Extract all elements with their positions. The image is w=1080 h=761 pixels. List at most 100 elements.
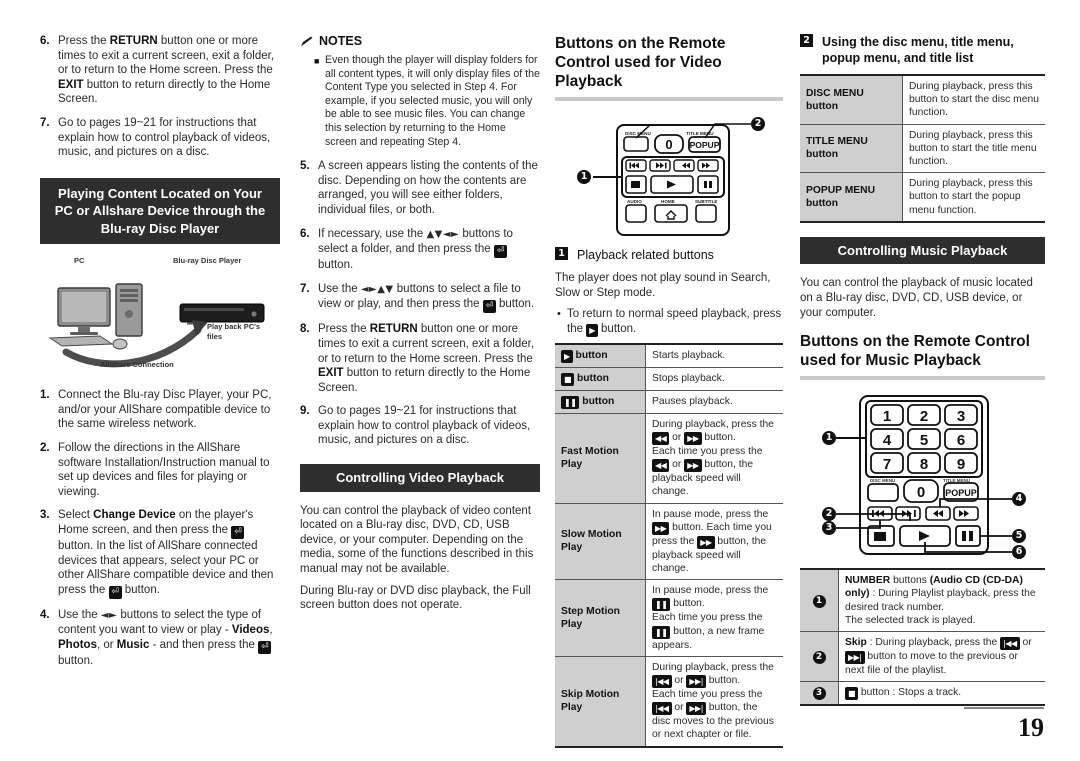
svg-text:POPUP: POPUP — [690, 140, 720, 150]
step-number: 6. — [300, 227, 310, 240]
steps-list: 5. A screen appears listing the contents… — [300, 159, 540, 448]
figure-label-pc: PC — [74, 256, 85, 266]
row-desc: Stops playback. — [645, 367, 783, 391]
svg-text:5: 5 — [920, 432, 928, 449]
row-desc: During playback, press this button to st… — [902, 124, 1045, 174]
step-text: If necessary, use the ▲▼◄► buttons to se… — [318, 227, 513, 272]
table-row: 2 Skip : During playback, press the |◀◀ … — [800, 631, 1045, 683]
row-label: ▶ button — [555, 343, 646, 368]
row-label: ❚❚ button — [555, 390, 646, 414]
pause-icon: ❚❚ — [652, 598, 671, 612]
step-number: 2. — [40, 442, 50, 455]
list-item: 4. Use the ◄► buttons to select the type… — [40, 608, 280, 669]
list-item: 5. A screen appears listing the contents… — [300, 159, 540, 217]
figure-label-playback: Play back PC's files — [207, 322, 261, 342]
manual-page: 6. Press the RETURN button one or more t… — [0, 0, 1080, 761]
step-text: Press the RETURN button one or more time… — [58, 35, 275, 106]
callout-label: Playback related buttons — [577, 248, 714, 262]
row-desc: ■ button : Stops a track. — [839, 682, 1046, 706]
list-item: 2. Follow the directions in the AllShare… — [40, 441, 280, 499]
svg-text:AUDIO: AUDIO — [627, 199, 642, 204]
row-desc: During playback, press this button to st… — [902, 75, 1045, 125]
heading-rule — [800, 376, 1045, 381]
fast-forward-icon: ▶▶ — [684, 459, 702, 473]
step-number: 8. — [300, 323, 310, 336]
table-row: ■ button Stops playback. — [555, 367, 783, 391]
step-number: 7. — [40, 116, 50, 129]
row-label: Step Motion Play — [555, 579, 646, 657]
callout-1-marker: 1 — [577, 170, 591, 184]
row-desc: Pauses playback. — [645, 390, 783, 414]
music-remote-diagram: 1 2 3 4 5 6 7 8 9 DISC MENU TITLE MENU 0… — [800, 390, 1045, 560]
row-desc: Starts playback. — [645, 343, 783, 368]
step-text: A screen appears listing the contents of… — [318, 160, 538, 216]
callout-label: Using the disc menu, title menu, popup m… — [822, 35, 1014, 65]
stop-icon: ■ — [845, 687, 859, 701]
steps-list-top: 6. Press the RETURN button one or more t… — [40, 34, 280, 160]
allshare-diagram-svg — [48, 283, 265, 368]
table-row: Slow Motion Play In pause mode, press th… — [555, 503, 783, 581]
callout-1-marker: 1 — [822, 431, 836, 446]
allshare-connection-diagram: PC Blu-ray Disc Player Play back PC's fi… — [40, 256, 280, 374]
figure-label-player: Blu-ray Disc Player — [173, 256, 242, 266]
row-label: POPUP MENU button — [800, 172, 903, 222]
column-4: 2 Using the disc menu, title menu, popup… — [800, 34, 1046, 707]
row-desc: During playback, press the |◀◀ or ▶▶| bu… — [652, 661, 774, 741]
notes-heading: NOTES — [300, 34, 540, 48]
row-number: 2 — [800, 631, 839, 683]
video-intro-paragraph: The player does not play sound in Search… — [555, 272, 771, 299]
callout-heading-playback: 1 Playback related buttons — [555, 247, 783, 263]
row-number: 3 — [800, 681, 839, 706]
pause-icon: ❚❚ — [652, 625, 671, 639]
table-row: Fast Motion Play During playback, press … — [555, 413, 783, 504]
row-number: 1 — [800, 569, 839, 632]
step-text: Go to pages 19~21 for instructions that … — [58, 116, 271, 159]
svg-text:1: 1 — [883, 408, 891, 425]
section-heading-video-playback: Controlling Video Playback — [300, 464, 540, 492]
svg-text:DISC MENU: DISC MENU — [870, 478, 895, 483]
step-number: 5. — [300, 160, 310, 173]
table-row: DISC MENU button During playback, press … — [800, 75, 1045, 125]
row-label: Fast Motion Play — [555, 413, 646, 504]
callout-5-marker: 5 — [1012, 529, 1026, 544]
table-row: Step Motion Play In pause mode, press th… — [555, 579, 783, 657]
next-icon: ▶▶| — [686, 675, 706, 689]
list-item: 7. Go to pages 19~21 for instructions th… — [40, 116, 280, 160]
step-text: Go to pages 19~21 for instructions that … — [318, 405, 531, 447]
step-text: Press the RETURN button one or more time… — [318, 323, 535, 394]
row-label: ■ button — [555, 367, 646, 391]
table-row: Skip Motion Play During playback, press … — [555, 656, 783, 747]
list-item: 6. Press the RETURN button one or more t… — [40, 34, 280, 107]
notes-label: NOTES — [319, 34, 363, 48]
video-playback-paragraph-2: During Blu-ray or DVD disc playback, the… — [300, 584, 531, 612]
rewind-icon: ◀◀ — [652, 459, 670, 473]
table-row: ▶ button Starts playback. — [555, 343, 783, 368]
step-text: Use the ◄►▲▼ buttons to select a file to… — [318, 282, 535, 314]
page-heading-video: Buttons on the Remote Control used for V… — [555, 35, 726, 90]
row-label: DISC MENU button — [800, 75, 903, 125]
note-item: ■ Even though the player will display fo… — [314, 54, 540, 149]
video-remote-diagram: DISC MENU TITLE MENU 0 POPUP AUDIO HOME … — [555, 111, 783, 239]
svg-text:8: 8 — [920, 456, 928, 473]
callout-2-marker: 2 — [751, 117, 765, 131]
figure-label-connection: AllShare Connection — [100, 360, 174, 370]
previous-icon: |◀◀ — [652, 702, 672, 716]
callout-2-marker: 2 — [822, 507, 836, 522]
video-playback-paragraph-1: You can control the playback of video co… — [300, 504, 534, 575]
pencil-icon — [301, 36, 313, 46]
svg-text:HOME: HOME — [661, 199, 675, 204]
table-row: 3 ■ button : Stops a track. — [800, 681, 1046, 706]
table-row: ❚❚ button Pauses playback. — [555, 390, 783, 414]
list-item: 1. Connect the Blu-ray Disc Player, your… — [40, 388, 280, 432]
column-2: NOTES ■ Even though the player will disp… — [300, 34, 540, 620]
row-desc: In pause mode, press the ❚❚ button. Each … — [645, 579, 783, 657]
rewind-icon: ◀◀ — [652, 431, 670, 445]
column-1: 6. Press the RETURN button one or more t… — [40, 34, 280, 678]
section-heading-music-playback: Controlling Music Playback — [800, 236, 1045, 265]
previous-icon: |◀◀ — [1000, 636, 1020, 650]
step-text: Follow the directions in the AllShare so… — [58, 442, 270, 498]
callout-number-badge: 1 — [555, 247, 568, 260]
step-number: 1. — [40, 389, 50, 402]
svg-text:3: 3 — [957, 408, 965, 425]
step-number: 6. — [40, 35, 50, 47]
